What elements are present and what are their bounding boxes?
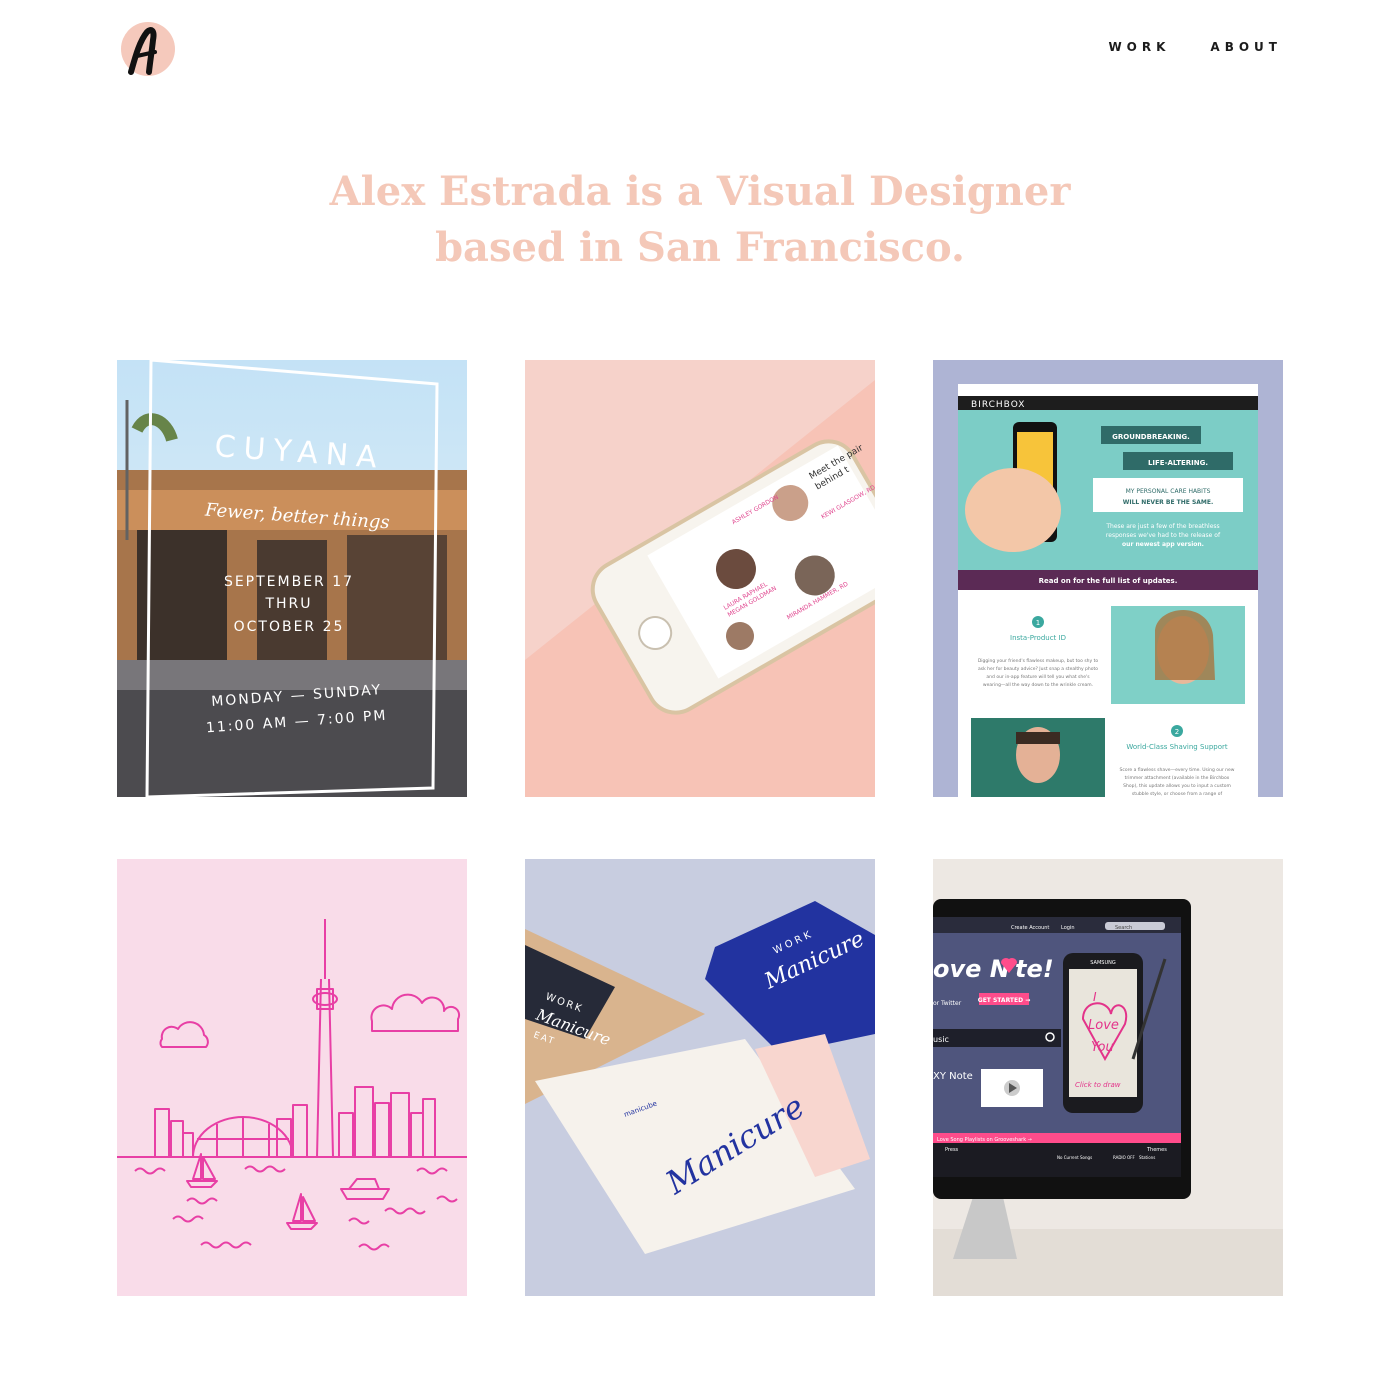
cuyana-window-image: CUYANA Fewer, better things SEPTEMBER 17… <box>117 360 467 797</box>
svg-text:and our in-app feature will te: and our in-app feature will tell you wha… <box>986 674 1090 680</box>
cuyana-date-1: SEPTEMBER 17 <box>224 574 354 590</box>
svg-text:Themes: Themes <box>1146 1147 1167 1153</box>
svg-text:responses we've had to the rel: responses we've had to the release of <box>1106 532 1221 539</box>
svg-text:SAMSUNG: SAMSUNG <box>1090 960 1116 966</box>
svg-text:or Twitter: or Twitter <box>933 1000 962 1007</box>
svg-text:LIFE-ALTERING.: LIFE-ALTERING. <box>1148 459 1208 467</box>
svg-text:Click to draw: Click to draw <box>1075 1081 1121 1089</box>
birchbox-email-image: BIRCHBOX GROUNDBREAKING. LIFE-ALTERING. … <box>933 360 1283 797</box>
cuyana-date-3: OCTOBER 25 <box>234 619 345 635</box>
project-tile-toronto-skyline[interactable] <box>117 859 467 1296</box>
svg-text:Press: Press <box>945 1147 959 1153</box>
svg-text:MY PERSONAL CARE HABITS: MY PERSONAL CARE HABITS <box>1126 488 1211 495</box>
phone-app-mockup-image: Meet the pair behind t ASHLEY GORDON LAU… <box>525 360 875 797</box>
project-tile-manicure[interactable]: WORK Manicure EAT WORK Manicure manicube… <box>525 859 875 1296</box>
svg-text:World-Class Shaving Support: World-Class Shaving Support <box>1126 743 1228 751</box>
toronto-skyline-illustration <box>117 859 467 1296</box>
svg-text:Create Account: Create Account <box>1011 925 1049 931</box>
birchbox-brand: BIRCHBOX <box>971 400 1025 410</box>
logo-letter-a-icon <box>128 27 157 75</box>
svg-text:2: 2 <box>1175 728 1179 736</box>
svg-text:XY Note: XY Note <box>933 1071 973 1082</box>
nav-about-link[interactable]: ABOUT <box>1210 40 1282 54</box>
love-note-monitor-image: Create Account Login Search ove N te! or… <box>933 859 1283 1296</box>
project-tile-cuyana[interactable]: CUYANA Fewer, better things SEPTEMBER 17… <box>117 360 467 797</box>
main-nav: WORK ABOUT <box>1108 40 1282 54</box>
svg-text:1: 1 <box>1036 619 1040 627</box>
svg-text:GET STARTED →: GET STARTED → <box>978 997 1030 1004</box>
svg-text:Love: Love <box>1088 1018 1119 1033</box>
hero-headline: Alex Estrada is a Visual Designer based … <box>0 164 1400 276</box>
svg-text:Insta-Product ID: Insta-Product ID <box>1010 634 1066 642</box>
svg-text:I: I <box>1093 990 1097 1004</box>
svg-text:ove N: ove N <box>933 955 1010 983</box>
svg-text:Digging your friend's flawless: Digging your friend's flawless makeup, b… <box>978 658 1099 664</box>
svg-text:our newest app version.: our newest app version. <box>1122 541 1204 548</box>
manicure-branding-image: WORK Manicure EAT WORK Manicure manicube… <box>525 859 875 1296</box>
svg-text:WILL NEVER BE THE SAME.: WILL NEVER BE THE SAME. <box>1123 499 1214 506</box>
svg-text:trimmer attachment (available: trimmer attachment (available in the Bir… <box>1125 775 1230 781</box>
svg-text:Shop), this update allows you: Shop), this update allows you to input a… <box>1123 783 1231 789</box>
svg-text:Score a flawless shave—every t: Score a flawless shave—every time. Using… <box>1120 767 1235 773</box>
svg-text:These are just a few of the br: These are just a few of the breathless <box>1105 523 1219 530</box>
svg-text:RADIO OFF: RADIO OFF <box>1113 1155 1135 1160</box>
svg-text:stubble style, or choose from: stubble style, or choose from a range of <box>1132 791 1223 797</box>
project-tile-birchbox[interactable]: BIRCHBOX GROUNDBREAKING. LIFE-ALTERING. … <box>933 360 1283 797</box>
svg-text:Stations: Stations <box>1139 1155 1155 1160</box>
project-tile-phone-app[interactable]: Meet the pair behind t ASHLEY GORDON LAU… <box>525 360 875 797</box>
svg-text:No Current Songs: No Current Songs <box>1057 1155 1092 1160</box>
hero-line-1: Alex Estrada is a Visual Designer <box>329 168 1071 215</box>
svg-text:GROUNDBREAKING.: GROUNDBREAKING. <box>1112 433 1190 441</box>
svg-text:usic: usic <box>933 1035 949 1044</box>
svg-text:Search: Search <box>1115 925 1132 931</box>
cuyana-date-2: THRU <box>264 596 312 612</box>
svg-text:Login: Login <box>1061 925 1075 931</box>
svg-text:ask her for beauty advice? Jus: ask her for beauty advice? Just snap a s… <box>978 666 1098 672</box>
project-tile-love-note[interactable]: Create Account Login Search ove N te! or… <box>933 859 1283 1296</box>
svg-text:wearing—all the way down to th: wearing—all the way down to the wrinkle … <box>983 682 1093 688</box>
svg-text:Love Song Playlists on Grooves: Love Song Playlists on Grooveshark → <box>937 1137 1032 1143</box>
nav-work-link[interactable]: WORK <box>1108 40 1170 54</box>
logo[interactable] <box>117 20 177 80</box>
hero-line-2: based in San Francisco. <box>435 224 965 271</box>
svg-text:Read on for the full list of u: Read on for the full list of updates. <box>1039 577 1178 585</box>
svg-text:te!: te! <box>1015 955 1054 983</box>
